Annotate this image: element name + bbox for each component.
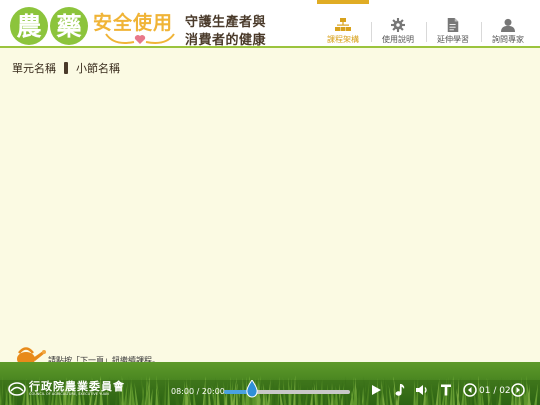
page-indicator: 01 / 02 [479, 386, 511, 396]
nav-label: 延伸學習 [437, 35, 469, 44]
nav-course-structure[interactable]: 課程架構 [316, 0, 370, 46]
nav-label: 課程架構 [327, 35, 359, 44]
volume-icon[interactable] [415, 383, 429, 397]
breadcrumb-separator [64, 62, 68, 74]
coa-name-cn: 行政院農業委員會 [29, 380, 125, 393]
slider-handle-droplet-icon[interactable] [246, 380, 258, 398]
next-page-icon[interactable] [511, 383, 525, 397]
nav-label: 詢問專家 [492, 35, 524, 44]
prev-page-icon[interactable] [463, 383, 477, 397]
time-display: 08:00 / 20:00 [171, 387, 225, 396]
nav-label: 使用說明 [382, 35, 414, 44]
logo-char-1: 農 [16, 11, 42, 41]
progress-slider[interactable] [224, 390, 350, 394]
logo-char-2: 藥 [56, 11, 82, 41]
play-icon[interactable] [369, 383, 383, 397]
sitemap-icon [335, 18, 351, 31]
coa-logo: 行政院農業委員會 COUNCIL OF AGRICULTURE, EXECUTI… [8, 381, 125, 397]
document-icon [447, 18, 459, 32]
breadcrumb-section-name: 小節名稱 [76, 62, 120, 75]
music-note-icon[interactable] [393, 383, 407, 397]
nav-ask-expert[interactable]: 詢問專家 [481, 0, 535, 46]
nav-extended-learning[interactable]: 延伸學習 [426, 0, 480, 46]
header-bar: 農 藥 安全使用 守護生產者與 消費者的健康 課程架構 使用說明 延伸學習 詢問… [0, 0, 540, 48]
breadcrumb: 單元名稱 小節名稱 [12, 60, 120, 76]
gear-icon [391, 18, 405, 32]
nav-instructions[interactable]: 使用說明 [371, 0, 425, 46]
breadcrumb-unit-name: 單元名稱 [12, 62, 56, 75]
text-toggle-icon[interactable] [439, 383, 453, 397]
header-divider [0, 46, 540, 48]
user-icon [501, 18, 515, 32]
logo-char-circle-2: 藥 [50, 7, 88, 45]
coa-emblem-icon [8, 382, 26, 396]
logo-char-circle-1: 農 [10, 7, 48, 45]
slogan-line-1: 守護生產者與 [185, 15, 267, 30]
